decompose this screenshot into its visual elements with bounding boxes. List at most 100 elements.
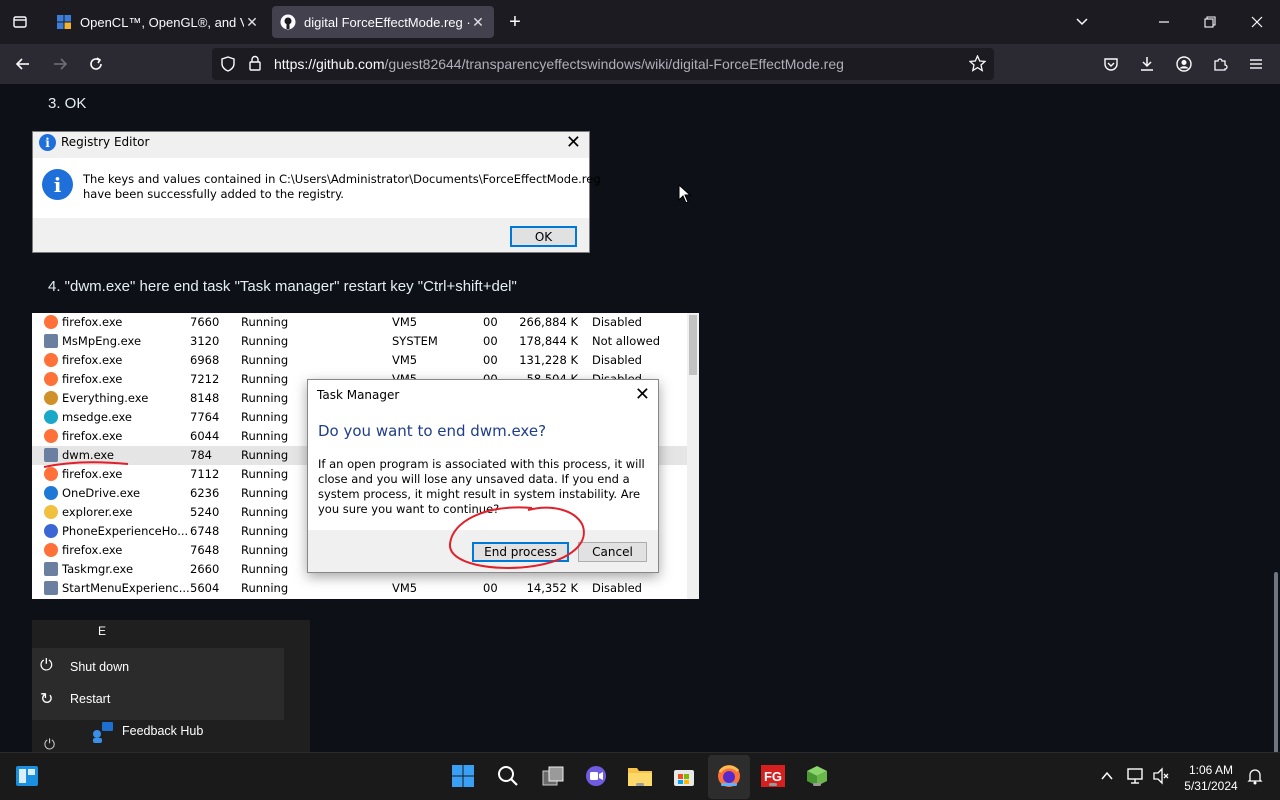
folder-icon <box>44 505 58 519</box>
red-circle-annotation <box>448 506 585 569</box>
registry-message: The keys and values contained in C:\User… <box>83 172 601 202</box>
fg-app-icon[interactable]: FG <box>760 763 786 789</box>
cell-pid: 7660 <box>190 315 220 329</box>
info-icon: i <box>42 169 73 200</box>
cell-status: Running <box>241 429 289 443</box>
feedback-hub-icon <box>90 720 114 744</box>
start-menu-screenshot: E ⏻ Shut down ↻ Restart Feedback Hub ⏻ <box>32 620 310 752</box>
search-icon <box>44 391 58 405</box>
bookmark-star-icon[interactable] <box>968 54 987 77</box>
task-manager-screenshot: firefox.exe 7660 Running VM5 00 266,884 K Disa… <box>32 313 699 599</box>
cell-status: Running <box>241 353 289 367</box>
registry-editor-screenshot: i Registry Editor ✕ i The keys and value… <box>32 131 601 253</box>
info-icon: i <box>39 134 56 151</box>
cell-user: VM5 <box>392 581 418 595</box>
pocket-icon[interactable] <box>1097 50 1125 78</box>
message-line: have been successfully added to the regi… <box>83 187 344 201</box>
task-view-icon[interactable] <box>540 763 566 789</box>
close-tab-icon[interactable]: ✕ <box>244 14 260 31</box>
cell-name: msedge.exe <box>62 410 132 424</box>
close-window-button[interactable] <box>1245 0 1269 44</box>
extensions-icon[interactable] <box>1206 50 1234 78</box>
cell-uac: Not allowed <box>592 334 661 348</box>
cell-uac: Disabled <box>592 353 642 367</box>
cell-name: firefox.exe <box>62 315 123 329</box>
page-scrollbar[interactable] <box>1274 572 1278 752</box>
cell-cpu: 00 <box>483 581 498 595</box>
running-indicator <box>813 783 821 786</box>
shield-icon[interactable] <box>220 56 236 77</box>
chat-icon[interactable] <box>583 763 609 789</box>
app-icon <box>44 334 58 348</box>
lock-icon[interactable] <box>248 55 262 76</box>
cell-name: Taskmgr.exe <box>62 562 134 576</box>
cell-pid: 5604 <box>190 581 220 595</box>
network-icon[interactable] <box>1122 763 1148 789</box>
cell-status: Running <box>241 524 289 538</box>
restart-label: Restart <box>70 692 111 706</box>
page-content: 3. OK i Registry Editor ✕ i The keys and… <box>0 84 1280 752</box>
cell-status: Running <box>241 315 289 329</box>
firefox-icon[interactable] <box>716 763 742 789</box>
cell-pid: 2660 <box>190 562 220 576</box>
cell-status: Running <box>241 581 289 595</box>
clock-date: 5/31/2024 <box>1184 779 1238 793</box>
firefox-icon <box>44 543 58 557</box>
cell-user: VM5 <box>392 353 418 367</box>
url-bar[interactable]: https://github.com/guest82644/transparen… <box>212 48 994 80</box>
tab-title: OpenCL™, OpenGL®, and Vulk <box>80 14 244 30</box>
cell-pid: 6748 <box>190 524 220 538</box>
table-row: firefox.exe 7660 Running VM5 00 266,884 K Disa… <box>32 313 699 332</box>
tab-list-icon[interactable] <box>8 0 32 44</box>
firefox-icon <box>44 372 58 386</box>
end-process-dialog: Task Manager ✕ Do you want to end dwm.ex… <box>307 379 659 573</box>
search-icon[interactable] <box>495 763 521 789</box>
file-explorer-icon[interactable] <box>627 763 653 789</box>
notification-icon[interactable] <box>1242 763 1268 789</box>
section-letter: E <box>98 624 107 638</box>
new-tab-button[interactable]: + <box>502 0 528 44</box>
tab-opencl[interactable]: OpenCL™, OpenGL®, and Vulk ✕ <box>48 6 268 38</box>
chevron-up-icon[interactable] <box>1094 763 1120 789</box>
cube-app-icon[interactable] <box>804 763 830 789</box>
close-tab-icon[interactable]: ✕ <box>470 14 486 31</box>
cell-cpu: 00 <box>483 334 498 348</box>
menu-icon[interactable] <box>1242 50 1270 78</box>
message-line: The keys and values contained in C:\User… <box>83 172 601 186</box>
cell-pid: 7764 <box>190 410 220 424</box>
shut-down-item: ⏻ Shut down <box>32 652 284 684</box>
restore-button[interactable] <box>1198 0 1222 44</box>
forward-button[interactable] <box>46 50 74 78</box>
url-domain: https://github.com <box>274 56 385 72</box>
cell-status: Running <box>241 391 289 405</box>
system-clock[interactable]: 1:06 AM 5/31/2024 <box>1180 762 1242 794</box>
table-row: MsMpEng.exe 3120 Running SYSTEM 00 178,844 K N… <box>32 332 699 351</box>
cell-status: Running <box>241 448 289 462</box>
cell-status: Running <box>241 486 289 500</box>
cell-name: firefox.exe <box>62 543 123 557</box>
clock-time: 1:06 AM <box>1188 763 1234 777</box>
account-icon[interactable] <box>1170 50 1198 78</box>
microsoft-store-icon[interactable] <box>671 763 697 789</box>
cell-name: explorer.exe <box>62 505 133 519</box>
app-favicon-icon <box>56 14 72 30</box>
close-icon: ✕ <box>634 384 650 405</box>
taskbar: FG 1:06 AM 5/31/2024 <box>0 752 1280 800</box>
red-underline-annotation <box>43 461 129 468</box>
minimize-button[interactable] <box>1152 0 1176 44</box>
running-indicator <box>636 783 644 786</box>
widgets-icon[interactable] <box>14 763 40 789</box>
back-button[interactable] <box>9 50 37 78</box>
edge-icon <box>44 410 58 424</box>
chevron-down-icon[interactable] <box>1070 0 1094 44</box>
start-button-icon[interactable] <box>450 763 476 789</box>
url-text[interactable]: https://github.com/guest82644/transparen… <box>274 56 844 72</box>
reload-button[interactable] <box>82 50 110 78</box>
downloads-icon[interactable] <box>1133 50 1161 78</box>
step-4-text: 4. "dwm.exe" here end task "Task manager… <box>48 278 517 295</box>
cloud-icon <box>44 486 58 500</box>
cell-pid: 6968 <box>190 353 220 367</box>
volume-muted-icon[interactable] <box>1148 763 1174 789</box>
tab-title: digital ForceEffectMode.reg · g <box>304 14 470 30</box>
tab-github-wiki[interactable]: digital ForceEffectMode.reg · g ✕ <box>272 6 494 38</box>
